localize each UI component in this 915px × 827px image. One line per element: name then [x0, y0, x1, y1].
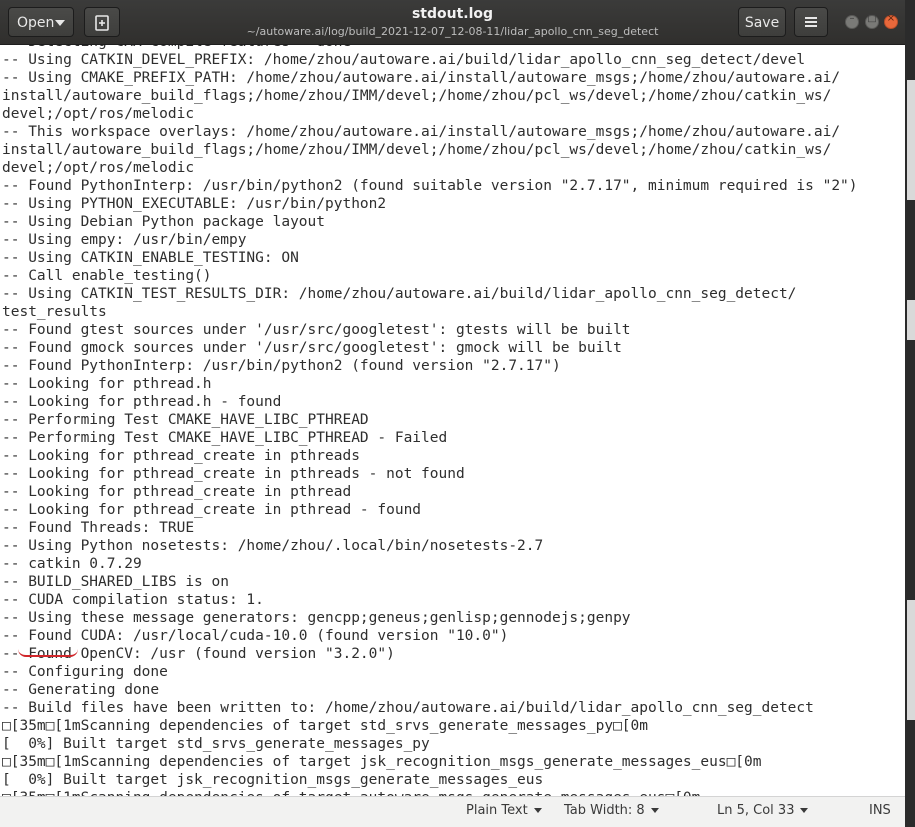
insert-mode-indicator[interactable]: INS: [869, 803, 891, 818]
log-line: install/autoware_build_flags;/home/zhou/…: [2, 88, 832, 104]
background-window-strip: [907, 600, 915, 720]
log-line: -- Configuring done: [2, 664, 168, 680]
language-selector[interactable]: Plain Text: [466, 803, 542, 818]
cursor-position[interactable]: Ln 5, Col 33: [717, 803, 809, 818]
log-line: -- Found Threads: TRUE: [2, 520, 195, 536]
log-line: -- Looking for pthread_create in pthread…: [2, 502, 422, 518]
log-line: -- Performing Test CMAKE_HAVE_LIBC_PTHRE…: [2, 430, 448, 446]
log-line: -- Found PythonInterp: /usr/bin/python2 …: [2, 358, 561, 374]
log-line: -- Looking for pthread_create in pthread…: [2, 466, 465, 482]
log-line: -- Found CUDA: /usr/local/cuda-10.0 (fou…: [2, 628, 509, 644]
chevron-down-icon: [650, 808, 659, 813]
close-icon: ×: [886, 13, 896, 24]
log-line: □[35m□[1mScanning dependencies of target…: [2, 754, 762, 770]
log-line: test_results: [2, 304, 107, 320]
log-line: -- Using PYTHON_EXECUTABLE: /usr/bin/pyt…: [2, 196, 387, 212]
background-window-strip: [907, 80, 915, 200]
chevron-down-icon: [533, 808, 542, 813]
log-line: devel;/opt/ros/melodic: [2, 106, 195, 122]
log-line: -- Using CATKIN_DEVEL_PREFIX: /home/zhou…: [2, 52, 806, 68]
log-line: -- Using Python nosetests: /home/zhou/.l…: [2, 538, 544, 554]
log-line: -- catkin 0.7.29: [2, 556, 142, 572]
red-annotation-underline: [18, 649, 78, 657]
log-line: -- BUILD_SHARED_LIBS is on: [2, 574, 229, 590]
log-line: -- Generating done: [2, 682, 160, 698]
background-window-strip: [907, 300, 915, 340]
minimize-button[interactable]: –: [845, 13, 859, 29]
log-line: devel;/opt/ros/melodic: [2, 160, 195, 176]
maximize-icon: □: [867, 13, 877, 24]
log-line: □[35m□[1mScanning dependencies of target…: [2, 718, 649, 734]
log-line: -- Found OpenCV: /usr (found version "3.…: [2, 646, 395, 662]
header-bar: Open stdout.log ~/autoware.ai/log/build_…: [0, 0, 905, 45]
log-line: -- Looking for pthread_create in pthread: [2, 484, 352, 500]
log-line: -- Performing Test CMAKE_HAVE_LIBC_PTHRE…: [2, 412, 369, 428]
log-line: -- Call enable_testing(): [2, 268, 212, 284]
log-line: -- Looking for pthread.h - found: [2, 394, 282, 410]
log-line: -- Using CATKIN_ENABLE_TESTING: ON: [2, 250, 299, 266]
log-line: -- Build files have been written to: /ho…: [2, 700, 814, 716]
save-button[interactable]: Save: [738, 7, 786, 37]
log-text[interactable]: -- Detecting CXX compile features - done…: [2, 45, 858, 797]
log-line: -- This workspace overlays: /home/zhou/a…: [2, 124, 841, 140]
background-window-edge: [905, 0, 915, 827]
language-label: Plain Text: [466, 803, 528, 818]
log-line: [ 0%] Built target jsk_recognition_msgs_…: [2, 772, 544, 788]
log-line: -- Found gtest sources under '/usr/src/g…: [2, 322, 631, 338]
hamburger-menu-icon: [805, 17, 817, 27]
tab-width-selector[interactable]: Tab Width: 8: [564, 803, 659, 818]
status-bar: Plain Text Tab Width: 8 Ln 5, Col 33 INS: [0, 796, 905, 827]
log-line: -- Using Debian Python package layout: [2, 214, 326, 230]
cursor-position-label: Ln 5, Col 33: [717, 803, 795, 818]
close-button[interactable]: ×: [884, 13, 898, 29]
log-line: -- Found PythonInterp: /usr/bin/python2 …: [2, 178, 858, 194]
maximize-button[interactable]: □: [865, 13, 879, 29]
log-line: -- Using CMAKE_PREFIX_PATH: /home/zhou/a…: [2, 70, 841, 86]
minimize-icon: –: [849, 13, 855, 24]
text-view[interactable]: -- Detecting CXX compile features - done…: [0, 45, 905, 797]
log-line: -- Using empy: /usr/bin/empy: [2, 232, 247, 248]
log-line: install/autoware_build_flags;/home/zhou/…: [2, 142, 832, 158]
log-line: -- Using these message generators: gencp…: [2, 610, 631, 626]
hamburger-menu-button[interactable]: [794, 7, 828, 37]
log-line: [ 0%] Built target std_srvs_generate_mes…: [2, 736, 430, 752]
text-editor-window: Open stdout.log ~/autoware.ai/log/build_…: [0, 0, 905, 827]
log-line: -- Looking for pthread.h: [2, 376, 212, 392]
log-line: -- Found gmock sources under '/usr/src/g…: [2, 340, 622, 356]
log-line: -- Using CATKIN_TEST_RESULTS_DIR: /home/…: [2, 286, 797, 302]
log-line: -- Looking for pthread_create in pthread…: [2, 448, 360, 464]
chevron-down-icon: [800, 808, 809, 813]
tab-width-label: Tab Width: 8: [564, 803, 645, 818]
log-line: -- CUDA compilation status: 1.: [2, 592, 264, 608]
